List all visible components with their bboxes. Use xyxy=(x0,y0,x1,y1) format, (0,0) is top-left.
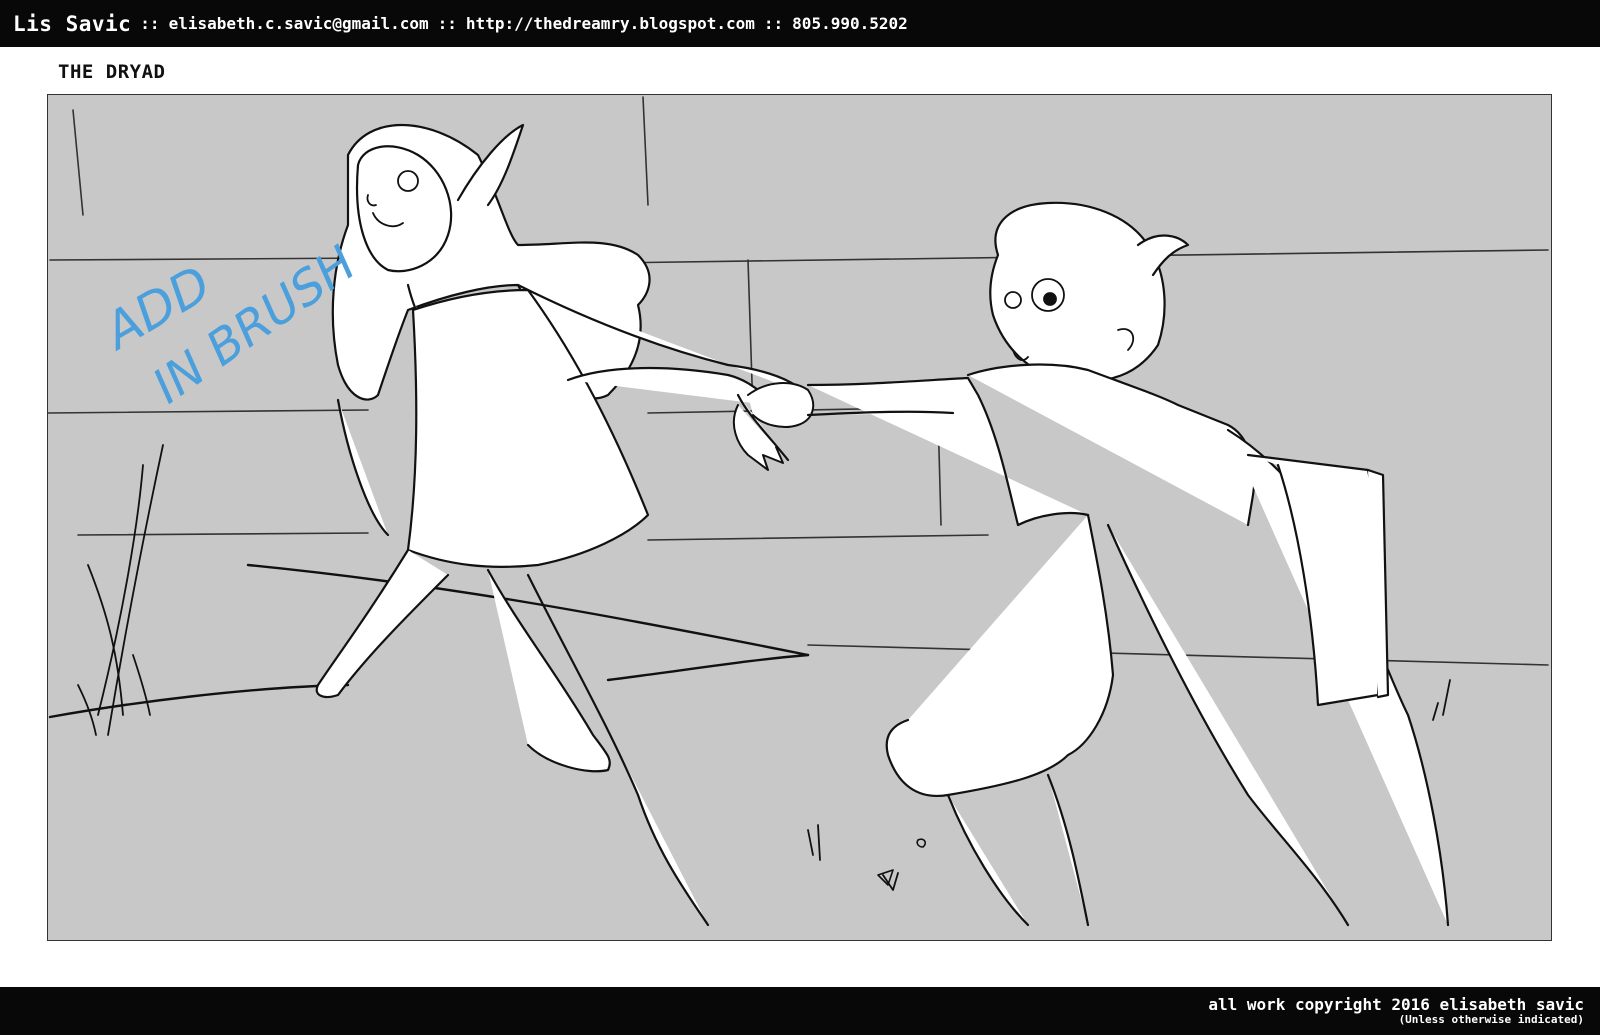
boy-figure xyxy=(806,201,1450,927)
panel-title: THE DRYAD xyxy=(58,61,166,83)
footer-bar: all work copyright 2016 elisabeth savic … xyxy=(0,987,1600,1035)
copyright-note: (Unless otherwise indicated) xyxy=(1398,1013,1584,1026)
storyboard-sketch: ADD IN BRUSH xyxy=(48,96,1549,927)
separator: :: xyxy=(140,14,160,33)
copyright-text: all work copyright 2016 elisabeth savic xyxy=(1208,995,1584,1014)
separator: :: xyxy=(763,14,784,33)
separator: :: xyxy=(437,14,457,33)
dryad-figure xyxy=(315,123,810,927)
phone-number: 805.990.5202 xyxy=(792,14,908,33)
email-link[interactable]: elisabeth.c.savic@gmail.com xyxy=(169,14,429,33)
storyboard-panel: ADD IN BRUSH xyxy=(47,94,1552,941)
website-link[interactable]: http://thedreamry.blogspot.com xyxy=(466,14,755,33)
artist-name: Lis Savic xyxy=(13,11,132,36)
header-bar: Lis Savic :: elisabeth.c.savic@gmail.com… xyxy=(0,0,1600,47)
brush-note: ADD IN BRUSH xyxy=(92,235,366,415)
